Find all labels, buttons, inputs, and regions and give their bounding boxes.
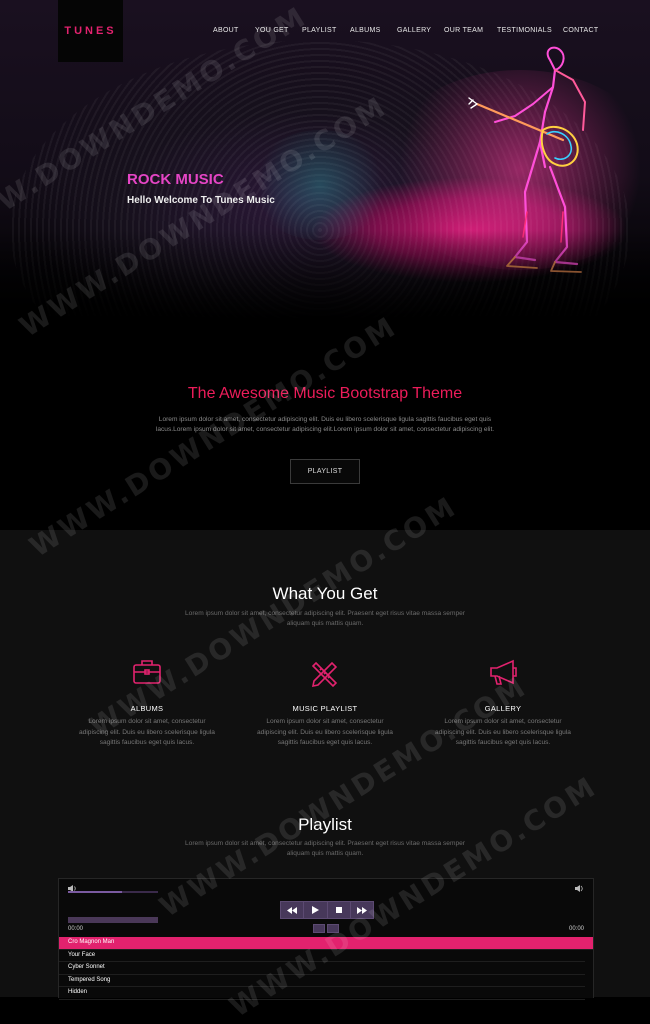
- shuffle-button[interactable]: [313, 924, 325, 933]
- track-item[interactable]: Hidden: [59, 987, 585, 1000]
- feature-text: Lorem ipsum dolor sit amet, consectetur …: [257, 718, 393, 746]
- nav-item-about[interactable]: ABOUT: [213, 27, 239, 34]
- audio-player: 00:00 00:00 Cro Magnon Man Your Face Cyb…: [58, 878, 594, 1000]
- main-nav: ABOUT YOU GET PLAYLIST ALBUMS GALLERY OU…: [0, 27, 650, 39]
- stop-icon: [335, 907, 342, 913]
- hero-glow: [250, 130, 390, 240]
- track-item[interactable]: Tempered Song: [59, 975, 585, 987]
- megaphone-icon: [490, 659, 517, 685]
- nav-item-contact[interactable]: CONTACT: [563, 27, 598, 34]
- feature-text: Lorem ipsum dolor sit amet, consectetur …: [79, 718, 215, 746]
- nav-item-albums[interactable]: ALBUMS: [350, 27, 381, 34]
- feature-title: ALBUMS: [130, 704, 164, 713]
- pencil-ruler-icon: [311, 661, 338, 688]
- rewind-button[interactable]: [281, 902, 305, 918]
- track-item[interactable]: Your Face: [59, 950, 585, 962]
- feature-text: Lorem ipsum dolor sit amet, consectetur …: [435, 718, 571, 746]
- intro-heading: The Awesome Music Bootstrap Theme: [187, 385, 463, 402]
- playlist-title: Playlist: [298, 815, 352, 834]
- intro-text: Lorem ipsum dolor sit amet, consectetur …: [155, 416, 495, 433]
- fast-forward-icon: [356, 906, 367, 914]
- playlist-subtitle: Lorem ipsum dolor sit amet, consectetur …: [185, 840, 465, 857]
- hero-subtitle: Hello Welcome To Tunes Music: [127, 195, 275, 206]
- nav-item-gallery[interactable]: GALLERY: [397, 27, 431, 34]
- hero-fade: [0, 230, 650, 320]
- feature-gallery: GALLERY Lorem ipsum dolor sit amet, cons…: [433, 657, 573, 749]
- stop-button[interactable]: [328, 902, 351, 918]
- intro-section: The Awesome Music Bootstrap Theme Lorem …: [0, 320, 650, 530]
- nav-item-you-get[interactable]: YOU GET: [255, 27, 289, 34]
- play-button[interactable]: [304, 902, 328, 918]
- nav-item-playlist[interactable]: PLAYLIST: [302, 27, 337, 34]
- feature-albums: ALBUMS Lorem ipsum dolor sit amet, conse…: [77, 657, 217, 749]
- seek-bar[interactable]: [68, 917, 158, 923]
- what-you-get-subtitle: Lorem ipsum dolor sit amet, consectetur …: [185, 610, 465, 627]
- hero-banner: TUNES ABOUT YOU GET PLAYLIST ALBUMS GALL…: [0, 0, 650, 320]
- feature-title: GALLERY: [484, 704, 522, 713]
- hero-title: ROCK MUSIC: [127, 171, 224, 188]
- fast-forward-button[interactable]: [351, 902, 373, 918]
- feature-music-playlist: MUSIC PLAYLIST Lorem ipsum dolor sit ame…: [255, 657, 395, 749]
- nav-item-our-team[interactable]: OUR TEAM: [444, 27, 483, 34]
- volume-bar[interactable]: [68, 891, 158, 893]
- repeat-button[interactable]: [327, 924, 339, 933]
- nav-item-testimonials[interactable]: TESTIMONIALS: [497, 27, 552, 34]
- track-item[interactable]: Cro Magnon Man: [59, 937, 593, 950]
- track-list: Cro Magnon Man Your Face Cyber Sonnet Te…: [59, 937, 593, 1000]
- volume-max-icon[interactable]: [575, 885, 584, 892]
- playlist-button[interactable]: PLAYLIST: [290, 459, 360, 484]
- player-controls: [280, 901, 374, 919]
- feature-title: MUSIC PLAYLIST: [292, 704, 358, 713]
- play-icon: [311, 906, 319, 914]
- total-time: 00:00: [568, 926, 584, 932]
- current-time: 00:00: [68, 926, 84, 932]
- what-you-get-title: What You Get: [272, 584, 378, 603]
- briefcase-icon: [133, 660, 161, 684]
- track-item[interactable]: Cyber Sonnet: [59, 962, 585, 975]
- rewind-icon: [287, 906, 298, 914]
